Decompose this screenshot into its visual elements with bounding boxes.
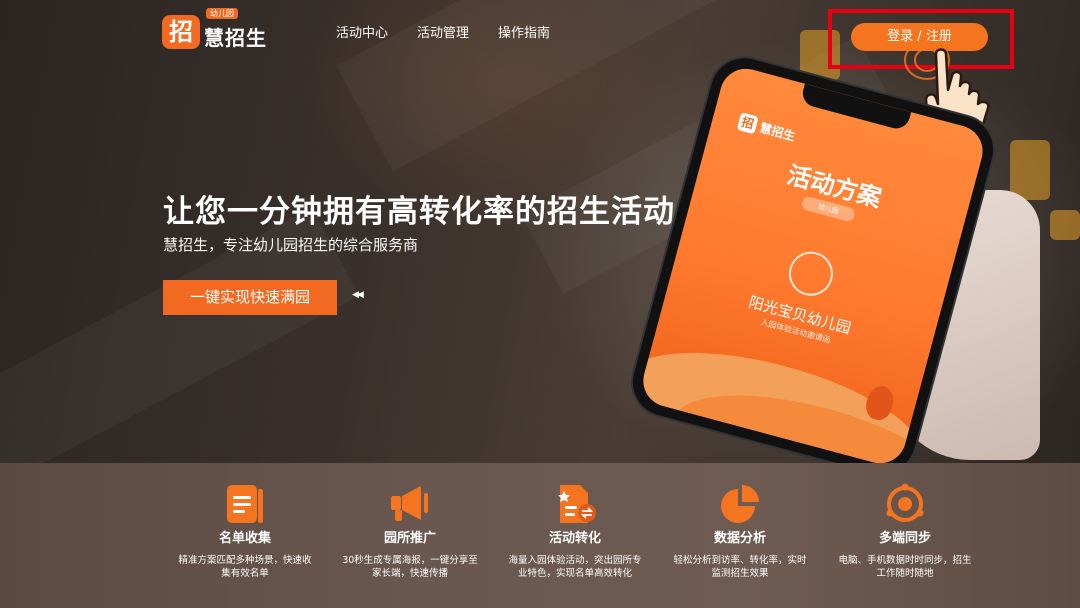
pie-chart-icon bbox=[721, 485, 759, 523]
feature-title: 数据分析 bbox=[713, 531, 766, 546]
background-light bbox=[1050, 210, 1080, 240]
sync-orbit-icon bbox=[886, 483, 924, 522]
carousel-prev-arrows[interactable]: ◀◀ bbox=[352, 290, 364, 300]
feature-title: 名单收集 bbox=[218, 531, 271, 546]
phone-screen-title: 活动方案 bbox=[784, 160, 885, 213]
feature-desc: 30秒生成专属海报，一键分享至家长端，快速传播 bbox=[342, 555, 478, 579]
logo-text-group: 幼儿园 慧招生 bbox=[204, 8, 267, 51]
megaphone-icon bbox=[391, 486, 428, 521]
nav-item-activity-management[interactable]: 活动管理 bbox=[417, 22, 469, 41]
phone-logo-mark: 招 bbox=[736, 112, 759, 135]
phone-logo-text: 慧招生 bbox=[758, 120, 797, 144]
nav-item-activity-center[interactable]: 活动中心 bbox=[336, 22, 388, 41]
features-band: 名单收集 精准方案匹配多种场景，快速收集有效名单 园所推广 30秒生成专属海报，… bbox=[0, 463, 1080, 608]
logo-text: 慧招生 bbox=[204, 26, 267, 50]
school-emblem-icon bbox=[783, 246, 838, 301]
feature-multi-sync[interactable]: 多端同步 电脑、手机数据时时同步，招生工作随时随地 bbox=[830, 483, 980, 580]
feature-title: 活动转化 bbox=[548, 531, 601, 546]
hero-subline: 慧招生，专注幼儿园招生的综合服务商 bbox=[163, 236, 419, 254]
logo-mark: 招 bbox=[162, 14, 200, 49]
feature-title: 园所推广 bbox=[383, 531, 436, 546]
cta-button[interactable]: 一键实现快速满园 bbox=[163, 280, 337, 315]
document-exchange-icon bbox=[558, 485, 596, 523]
feature-desc: 精准方案匹配多种场景，快速收集有效名单 bbox=[178, 555, 312, 579]
feature-desc: 电脑、手机数据时时同步，招生工作随时随地 bbox=[838, 555, 972, 579]
feature-data-analysis[interactable]: 数据分析 轻松分析到访率、转化率，实时监测招生效果 bbox=[665, 483, 815, 580]
clipboard-list-icon bbox=[227, 485, 263, 523]
phone-screen-logo: 招 慧招生 bbox=[736, 112, 798, 144]
feature-promotion[interactable]: 园所推广 30秒生成专属海报，一键分享至家长端，快速传播 bbox=[335, 483, 485, 580]
feature-conversion[interactable]: 活动转化 海量入园体验活动，突出园所专业特色，实现名单高效转化 bbox=[500, 483, 650, 580]
brand-logo[interactable]: 招 幼儿园 慧招生 bbox=[162, 8, 267, 51]
logo-tag: 幼儿园 bbox=[206, 8, 238, 19]
main-nav: 活动中心 活动管理 操作指南 bbox=[336, 22, 550, 41]
feature-desc: 轻松分析到访率、转化率，实时监测招生效果 bbox=[673, 555, 807, 579]
feature-list-collection[interactable]: 名单收集 精准方案匹配多种场景，快速收集有效名单 bbox=[170, 483, 320, 580]
nav-item-guide[interactable]: 操作指南 bbox=[498, 22, 550, 41]
hero-headline: 让您一分钟拥有高转化率的招生活动 bbox=[163, 194, 675, 230]
feature-title: 多端同步 bbox=[878, 531, 931, 546]
background-light bbox=[1010, 140, 1050, 200]
feature-desc: 海量入园体验活动，突出园所专业特色，实现名单高效转化 bbox=[508, 555, 642, 579]
